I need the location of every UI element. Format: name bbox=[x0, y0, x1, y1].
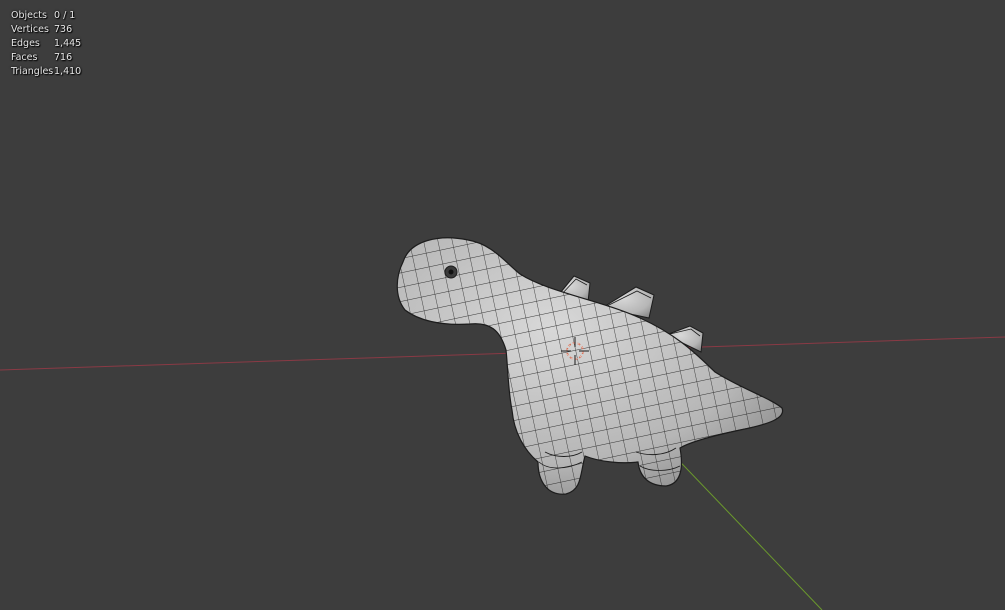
viewport-scene[interactable] bbox=[0, 0, 1005, 610]
stat-value: 1,445 bbox=[54, 38, 82, 49]
stat-objects: Objects 0 / 1 bbox=[11, 9, 81, 23]
eye bbox=[444, 265, 458, 279]
stat-label: Faces bbox=[11, 52, 38, 63]
stat-value: 0 / 1 bbox=[54, 10, 76, 21]
stat-edges: Edges 1,445 bbox=[11, 37, 81, 51]
dinosaur-mesh[interactable] bbox=[396, 237, 784, 495]
stat-value: 716 bbox=[54, 52, 73, 63]
stat-label: Edges bbox=[11, 38, 40, 49]
stat-label: Vertices bbox=[11, 24, 49, 35]
stat-value: 1,410 bbox=[54, 66, 82, 77]
stat-vertices: Vertices 736 bbox=[11, 23, 81, 37]
stat-label: Objects bbox=[11, 10, 47, 21]
3d-viewport[interactable]: Objects 0 / 1 Vertices 736 Edges 1,445 F… bbox=[0, 0, 1005, 610]
stat-faces: Faces 716 bbox=[11, 51, 81, 65]
statistics-overlay: Objects 0 / 1 Vertices 736 Edges 1,445 F… bbox=[11, 9, 81, 79]
stat-triangles: Triangles 1,410 bbox=[11, 65, 81, 79]
stat-label: Triangles bbox=[11, 66, 54, 77]
stat-value: 736 bbox=[54, 24, 73, 35]
